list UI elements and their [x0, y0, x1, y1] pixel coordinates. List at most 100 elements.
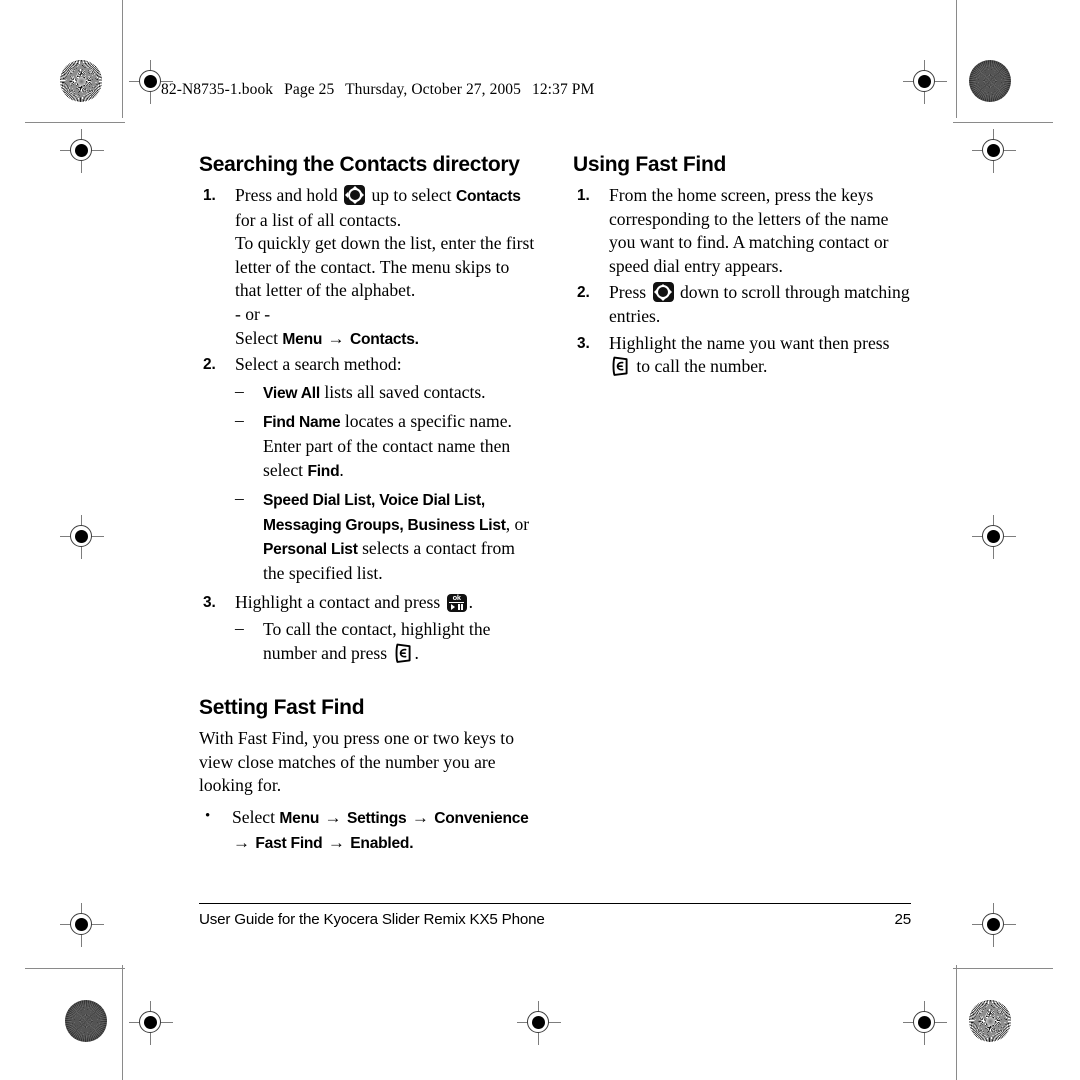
registration-target-left-lower — [60, 903, 104, 947]
trim-line-right-bottom — [956, 965, 957, 1080]
gray-density-patch-bottom-left — [65, 1000, 107, 1042]
list-item: – Speed Dial List, Voice Dial List, Mess… — [235, 488, 537, 585]
arrow-icon: → — [233, 832, 250, 852]
step-text-before: Highlight a contact and press — [235, 591, 441, 612]
step-text-mid: up to select — [371, 185, 452, 205]
slug-book-name: 82-N8735-1.book — [161, 81, 274, 98]
step-number: 1. — [577, 187, 590, 204]
slug-date: Thursday, October 27, 2005 — [345, 81, 521, 98]
searching-contacts-steps: 1. Press and hold up to select Contacts … — [199, 184, 537, 665]
ui-term-settings: Settings — [346, 810, 407, 828]
radial-burst-target-top-left — [60, 60, 102, 102]
step-text-before: Press and hold — [235, 185, 338, 205]
ui-term-menu: Menu — [279, 810, 320, 828]
arrow-icon: → — [327, 832, 345, 852]
right-column: Using Fast Find 1. From the home screen,… — [573, 152, 911, 855]
trim-line-left-top — [122, 0, 123, 118]
step-number: 2. — [203, 356, 216, 374]
ui-term-menu: Menu — [282, 330, 323, 348]
step-text-after: to call the number. — [636, 356, 768, 377]
call-contact-list: – To call the contact, highlight the num… — [235, 618, 537, 665]
nav-key-icon — [344, 185, 366, 205]
dash-marker: – — [235, 488, 244, 509]
two-column-layout: Searching the Contacts directory 1. Pres… — [199, 152, 911, 855]
step-item: 1. From the home screen, press the keys … — [573, 184, 911, 278]
step-text-after: for a list of all contacts. — [235, 209, 402, 230]
header-slug: 82-N8735-1.book Page 25 Thursday, Octobe… — [161, 81, 594, 99]
dash-marker: – — [235, 380, 244, 401]
list-item-text-after: . — [414, 642, 419, 663]
alternate-path: Select Menu → Contacts. — [235, 327, 537, 352]
ui-term-enabled: Enabled — [350, 834, 410, 852]
section-title-setting-fast-find: Setting Fast Find — [199, 696, 365, 720]
search-method-list: – View All lists all saved contacts. – F… — [235, 381, 537, 586]
list-item: • Select Menu → Settings → Convenience →… — [199, 806, 537, 855]
list-item: – Find Name locates a specific name. Ent… — [235, 410, 537, 483]
registration-target-bottom-right — [903, 1001, 947, 1045]
setting-fast-find-bullets: • Select Menu → Settings → Convenience →… — [199, 806, 537, 855]
step-number: 3. — [577, 334, 590, 352]
step-text: Select a search method: — [235, 354, 402, 375]
step-item: 3. Highlight the name you want then pres… — [573, 332, 911, 379]
ui-term-find: Find — [307, 462, 340, 480]
step-number: 3. — [203, 593, 216, 611]
dash-marker: – — [235, 618, 244, 639]
trim-line-bottom-left — [25, 968, 125, 969]
ui-term-convenience: Convenience — [434, 810, 529, 828]
trim-line-top-left — [25, 122, 125, 123]
ok-key-icon: ok — [446, 593, 467, 612]
registration-target-left-upper — [60, 129, 104, 173]
ui-term-contacts: Contacts — [455, 188, 521, 205]
step-item: 3. Highlight a contact and press ok . – — [199, 591, 537, 666]
alt-suffix: . — [414, 330, 419, 348]
registration-target-left-middle — [60, 515, 104, 559]
ui-term-voice-dial-list: Voice Dial List — [379, 492, 481, 510]
list-item-text-2: . — [339, 459, 344, 480]
list-item-text-before: To call the contact, highlight the numbe… — [263, 619, 491, 663]
ui-term-contacts-2: Contacts — [349, 330, 415, 348]
gray-density-patch-top-right — [969, 60, 1011, 102]
radial-burst-target-bottom-right — [969, 1000, 1011, 1042]
arrow-icon: → — [324, 808, 342, 828]
step-number: 2. — [577, 284, 590, 302]
registration-target-bottom-left — [129, 1001, 173, 1045]
step-number: 1. — [203, 187, 216, 204]
ui-term-view-all: View All — [263, 384, 320, 402]
slug-page: Page 25 — [284, 81, 335, 98]
page-content: Searching the Contacts directory 1. Pres… — [199, 152, 911, 855]
page-title: Searching the Contacts directory — [199, 153, 520, 176]
alt-prefix: Select — [235, 327, 278, 348]
step-text-before: Press — [609, 282, 647, 303]
ui-term-business-list: Business List — [407, 516, 506, 534]
slug-time: 12:37 PM — [531, 81, 595, 98]
list-item: – View All lists all saved contacts. — [235, 381, 537, 406]
arrow-icon: → — [327, 328, 345, 348]
send-key-icon — [611, 356, 630, 377]
list-item: – To call the contact, highlight the num… — [235, 618, 537, 665]
registration-target-right-upper — [972, 129, 1016, 173]
ui-term-fast-find: Fast Find — [255, 834, 323, 852]
page-footer: User Guide for the Kyocera Slider Remix … — [199, 911, 911, 928]
registration-target-top-right — [903, 60, 947, 104]
using-fast-find-steps: 1. From the home screen, press the keys … — [573, 184, 911, 379]
trim-line-left-bottom — [122, 965, 123, 1080]
nav-key-icon — [652, 282, 674, 303]
ui-term-speed-dial-list: Speed Dial List — [263, 492, 372, 510]
document-page: 82-N8735-1.book Page 25 Thursday, Octobe… — [0, 0, 1080, 1080]
or-separator: - or - — [235, 303, 271, 324]
step-paragraph: To quickly get down the list, enter the … — [235, 233, 535, 301]
separator-1: , — [371, 492, 380, 510]
registration-target-right-lower — [972, 903, 1016, 947]
footer-page-number: 25 — [894, 911, 912, 928]
trim-line-bottom-right — [953, 968, 1053, 969]
separator-2: , — [480, 492, 485, 510]
ui-term-find-name: Find Name — [263, 414, 341, 432]
separator-4: , or — [505, 513, 530, 534]
list-item-text: lists all saved contacts. — [319, 381, 486, 402]
bullet-marker: • — [205, 808, 211, 825]
arrow-icon: → — [411, 808, 429, 828]
footer-divider — [199, 903, 911, 905]
left-column: Searching the Contacts directory 1. Pres… — [199, 152, 537, 855]
step-text-before: Highlight the name you want then press — [609, 332, 890, 353]
step-text-after: . — [468, 591, 474, 612]
